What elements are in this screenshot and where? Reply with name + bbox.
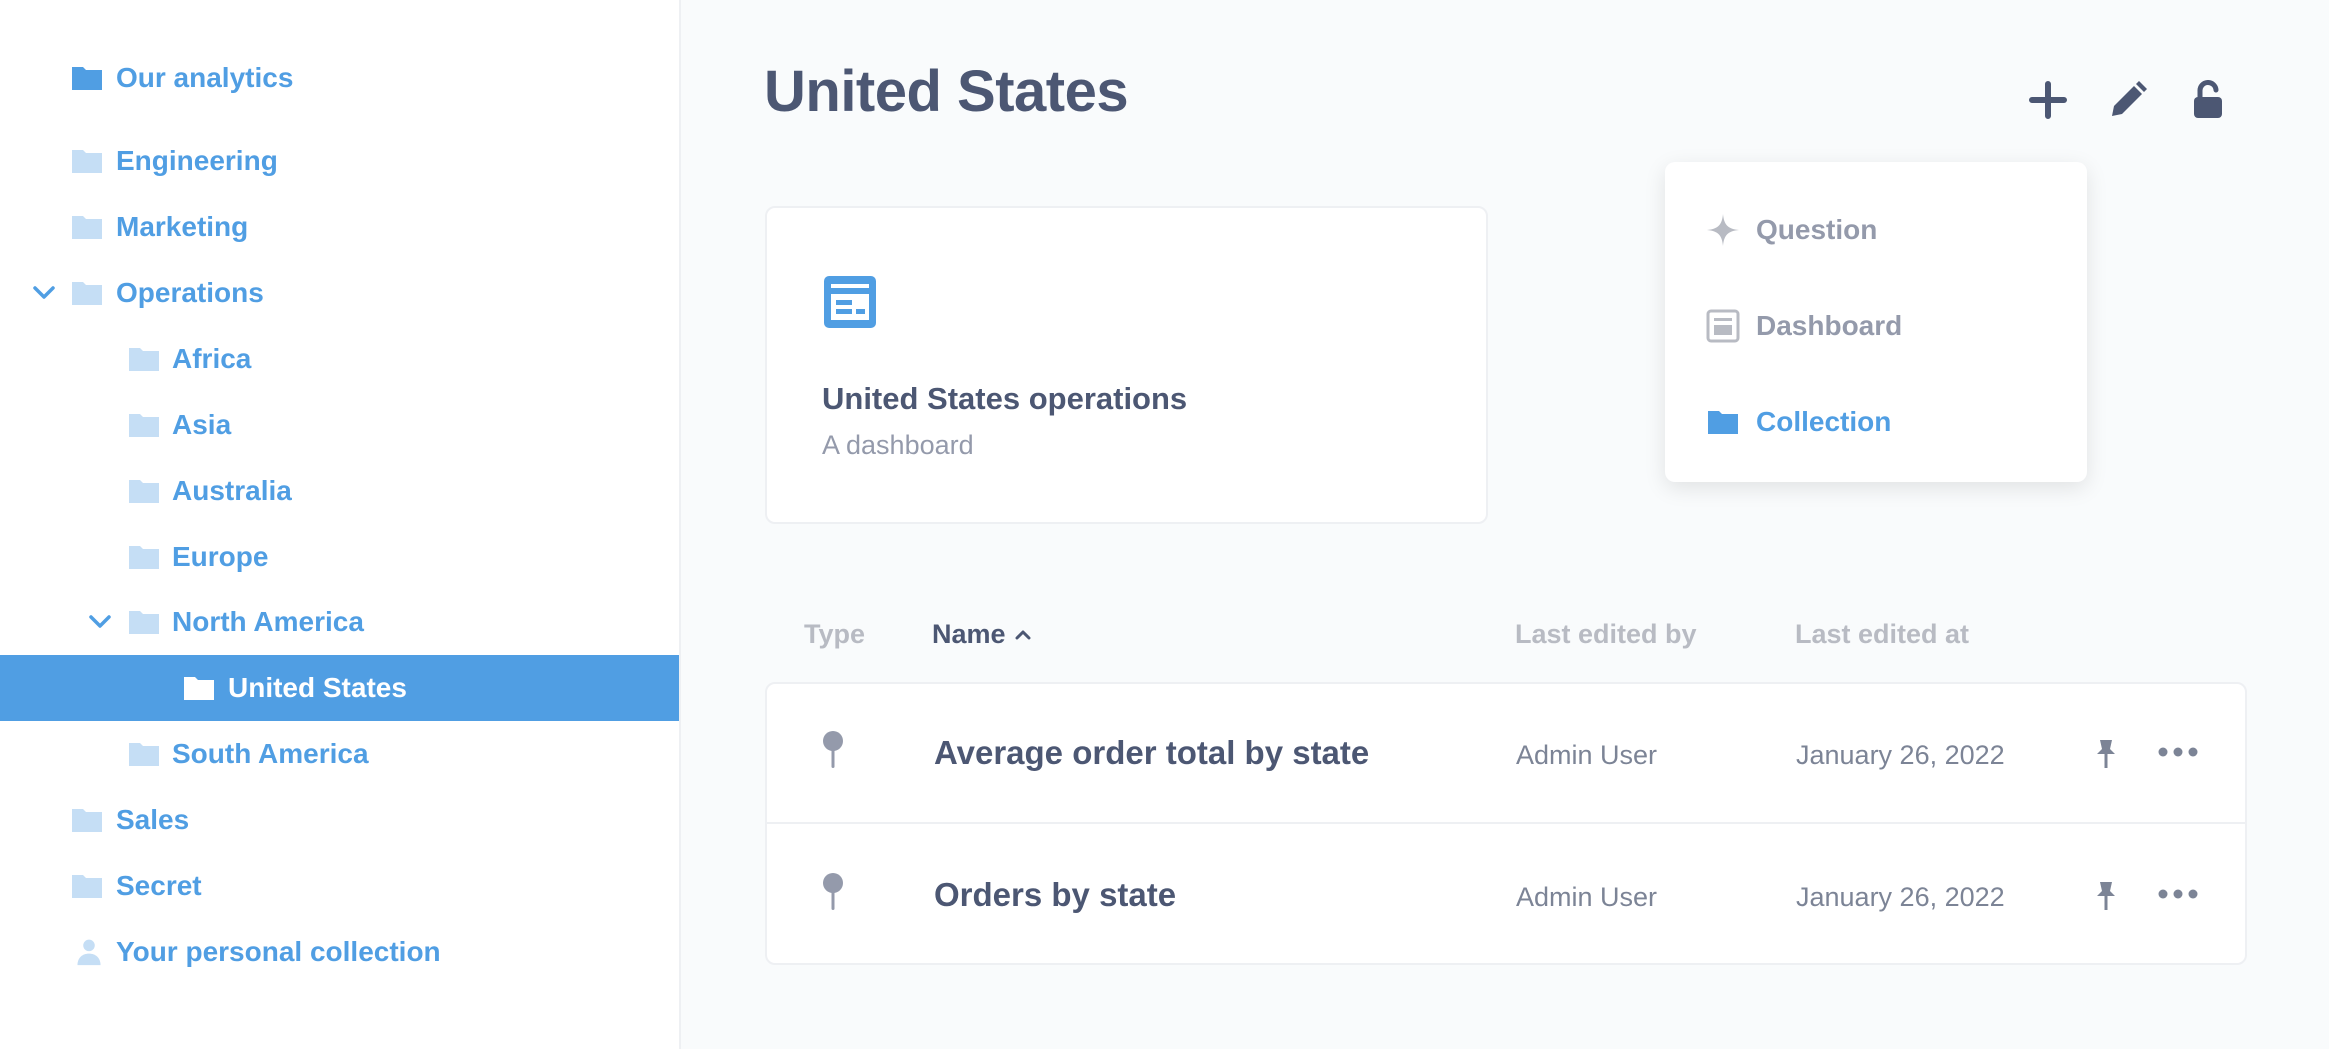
sidebar-item-label: North America — [172, 606, 364, 637]
sidebar-item-africa[interactable]: Africa — [0, 326, 679, 392]
folder-icon — [129, 480, 159, 503]
pin-icon[interactable] — [2094, 880, 2118, 912]
item-editor: Admin User — [1516, 740, 1658, 770]
collection-sidebar: Our analytics Engineering Marketing Oper… — [0, 0, 681, 1049]
item-name[interactable]: Orders by state — [934, 876, 1176, 914]
sidebar-item-south-america[interactable]: South America — [0, 721, 679, 787]
folder-icon — [72, 875, 102, 898]
menu-item-dashboard[interactable]: Dashboard — [1665, 286, 2087, 366]
sidebar-item-united-states[interactable]: United States — [0, 655, 679, 721]
sidebar-item-label: South America — [172, 738, 369, 769]
unlock-icon — [2194, 80, 2222, 118]
sidebar-item-label: Secret — [116, 870, 202, 901]
menu-item-question[interactable]: Question — [1665, 190, 2087, 270]
folder-icon — [129, 546, 159, 569]
menu-item-collection[interactable]: Collection — [1665, 382, 2087, 462]
column-header-type[interactable]: Type — [804, 619, 865, 650]
card-subtitle: A dashboard — [822, 430, 974, 460]
permissions-button[interactable] — [2184, 76, 2232, 124]
sidebar-item-label: Australia — [172, 475, 292, 506]
sidebar-item-operations[interactable]: Operations — [0, 260, 679, 326]
person-icon — [77, 939, 101, 966]
pin-map-icon — [823, 873, 843, 910]
sidebar-item-label: Our analytics — [116, 62, 294, 93]
menu-item-label: Collection — [1756, 406, 1892, 437]
dashboard-icon — [1705, 308, 1741, 344]
sidebar-item-sales[interactable]: Sales — [0, 787, 679, 853]
item-date: January 26, 2022 — [1796, 740, 2005, 770]
sidebar-item-label: Engineering — [116, 145, 278, 176]
sidebar-item-secret[interactable]: Secret — [0, 853, 679, 919]
sidebar-item-label: Asia — [172, 409, 232, 440]
folder-icon — [72, 67, 102, 90]
table-row[interactable]: Orders by state Admin User January 26, 2… — [767, 826, 2245, 966]
folder-icon — [72, 150, 102, 173]
more-options-icon[interactable] — [2156, 882, 2200, 906]
sidebar-item-europe[interactable]: Europe — [0, 524, 679, 590]
card-title: United States operations — [822, 381, 1188, 416]
sparkle-icon — [1705, 212, 1741, 248]
sidebar-item-label: Your personal collection — [116, 936, 441, 967]
folder-icon — [72, 282, 102, 305]
sidebar-item-label: Europe — [172, 541, 269, 572]
sidebar-item-engineering[interactable]: Engineering — [0, 128, 679, 194]
pin-icon[interactable] — [2094, 738, 2118, 770]
item-date: January 26, 2022 — [1796, 882, 2005, 912]
sidebar-item-north-america[interactable]: North America — [0, 589, 679, 655]
item-editor: Admin User — [1516, 882, 1658, 912]
sidebar-item-asia[interactable]: Asia — [0, 392, 679, 458]
more-options-icon[interactable] — [2156, 740, 2200, 764]
sidebar-item-label: Marketing — [116, 211, 249, 242]
folder-icon — [129, 414, 159, 437]
sidebar-item-label: Operations — [116, 277, 264, 308]
new-item-button[interactable] — [2024, 76, 2072, 124]
sidebar-item-label: Sales — [116, 804, 190, 835]
folder-icon — [184, 677, 214, 700]
new-item-menu: Question Dashboard Collection — [1665, 162, 2087, 482]
dashboard-icon — [824, 276, 876, 328]
column-header-last-edited-by[interactable]: Last edited by — [1515, 619, 1697, 650]
chevron-down-icon[interactable] — [29, 278, 59, 308]
sidebar-item-australia[interactable]: Australia — [0, 458, 679, 524]
folder-icon — [72, 809, 102, 832]
item-name[interactable]: Average order total by state — [934, 734, 1369, 772]
column-header-label: Name — [932, 619, 1006, 649]
sidebar-item-label: Africa — [172, 343, 252, 374]
folder-icon — [72, 216, 102, 239]
pinned-dashboard-card[interactable]: United States operations A dashboard — [765, 206, 1488, 524]
menu-item-label: Question — [1756, 214, 1878, 245]
table-row[interactable]: Average order total by state Admin User … — [767, 684, 2245, 824]
folder-icon — [129, 348, 159, 371]
items-table: Average order total by state Admin User … — [765, 682, 2247, 965]
pin-map-icon — [823, 731, 843, 768]
folder-icon — [1705, 404, 1741, 440]
column-header-last-edited-at[interactable]: Last edited at — [1795, 619, 1969, 650]
sidebar-item-label: United States — [228, 672, 407, 703]
folder-icon — [129, 611, 159, 634]
sidebar-item-marketing[interactable]: Marketing — [0, 194, 679, 260]
plus-icon — [2029, 81, 2067, 119]
edit-collection-button[interactable] — [2104, 76, 2152, 124]
chevron-down-icon[interactable] — [85, 607, 115, 637]
chevron-up-icon — [1015, 630, 1031, 639]
sidebar-item-our-analytics[interactable]: Our analytics — [0, 45, 679, 111]
menu-item-label: Dashboard — [1756, 310, 1903, 341]
page-title: United States — [764, 59, 1129, 124]
sidebar-item-personal-collection[interactable]: Your personal collection — [0, 919, 679, 985]
pencil-icon — [2112, 81, 2147, 116]
column-header-name[interactable]: Name — [932, 619, 1032, 650]
folder-icon — [129, 743, 159, 766]
